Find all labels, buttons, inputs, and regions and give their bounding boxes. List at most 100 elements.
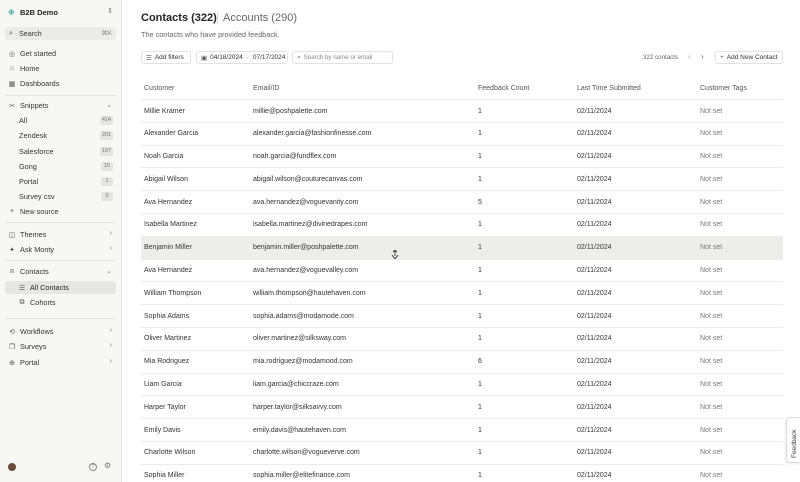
customer-name: Abigail Wilson	[144, 175, 188, 183]
table-row[interactable]: Abigail Wilson abigail.wilson@couturecanv…	[141, 168, 783, 192]
sidebar-item-salesforce[interactable]: Salesforce 197	[5, 145, 116, 158]
feedback-count: 1	[478, 426, 482, 434]
last-submitted: 02/11/2024	[577, 312, 612, 320]
workspace-switcher[interactable]: ❉ B2B Demo ⇕	[8, 6, 116, 19]
sidebar-search[interactable]: ⌕ Search ⌘K	[5, 27, 116, 40]
table-row[interactable]: Harper Taylor harper.taylor@silksavvy.com…	[141, 396, 783, 420]
sidebar-item-all[interactable]: All 414	[5, 114, 116, 127]
column-header-email[interactable]: Email/ID	[253, 85, 279, 92]
table-row[interactable]: Sophia Miller sophia.miller@elitefinance.…	[141, 465, 783, 482]
date-separator: -	[246, 54, 249, 61]
feedback-count: 1	[478, 312, 482, 320]
sidebar-item-label: Contacts	[20, 267, 49, 276]
sidebar-item-themes[interactable]: ◫ Themes ›	[5, 228, 116, 241]
sidebar-item-label: Workflows	[20, 327, 54, 336]
add-new-contact-button[interactable]: + Add New Contact	[715, 51, 783, 64]
sidebar-item-workflows[interactable]: ⟲ Workflows ›	[5, 325, 116, 338]
sidebar-item-new-source[interactable]: + New source	[5, 205, 116, 218]
chevron-right-icon: ›	[109, 342, 112, 349]
help-icon[interactable]: ?	[89, 463, 97, 471]
last-submitted: 02/11/2024	[577, 267, 612, 275]
table-row[interactable]: Charlotte Wilson charlotte.wilson@vogueve…	[141, 442, 783, 465]
tab-accounts[interactable]: Accounts (290)	[223, 12, 297, 24]
sidebar-item-label: Portal	[20, 358, 40, 367]
sidebar-item-dashboards[interactable]: ▦ Dashboards	[5, 77, 116, 90]
sidebar-item-all-contacts[interactable]: ☰ All Contacts	[5, 281, 116, 294]
last-submitted: 02/11/2024	[577, 358, 612, 366]
chevron-right-icon: ›	[109, 230, 112, 237]
table-row[interactable]: Alexander Garcia alexander.garcia@fashion…	[141, 123, 783, 146]
customer-email: oliver.martinez@silksway.com	[253, 335, 346, 343]
last-submitted: 02/11/2024	[577, 175, 612, 183]
sidebar-section-contacts[interactable]: ⍝ Contacts ⌄	[5, 265, 116, 278]
sidebar-item-portal-source[interactable]: Portal 1	[5, 175, 116, 188]
sidebar-item-label: Cohorts	[30, 298, 56, 307]
table-row[interactable]: Emily Davis emily.davis@hautehaven.com 1 02…	[141, 419, 783, 442]
table-row[interactable]: Ava Hernandez ava.hernandez@voguevanity.c…	[141, 191, 783, 214]
customer-name: Harper Taylor	[144, 403, 186, 411]
customer-name: Millie Kramer	[144, 107, 185, 115]
sidebar-item-portal[interactable]: ⊕ Portal ›	[5, 356, 116, 369]
feedback-count: 1	[478, 472, 482, 480]
column-header-customer-tags[interactable]: Customer Tags	[700, 85, 747, 92]
sparkle-icon: ✦	[9, 246, 15, 254]
sidebar-item-gong[interactable]: Gong 15	[5, 160, 116, 173]
table-row[interactable]: Ava Hernandez ava.hernandez@voguevalley.c…	[141, 260, 783, 283]
customer-name: Emily Davis	[144, 426, 181, 434]
table-row[interactable]: Mia Rodriguez mia.rodriguez@modamood.com 6…	[141, 351, 783, 374]
customer-email: ava.hernandez@voguevanity.com	[253, 198, 359, 206]
next-page-icon[interactable]: ›	[701, 52, 704, 61]
add-filters-button[interactable]: ☰ Add filters	[141, 51, 191, 64]
sidebar-item-surveys[interactable]: ❐ Surveys ›	[5, 340, 116, 353]
date-range-picker[interactable]: ▣ 04/18/2024 - 07/17/2024	[196, 51, 288, 64]
table-row[interactable]: William Thompson william.thompson@hauteha…	[141, 282, 783, 306]
last-submitted: 02/11/2024	[577, 221, 612, 229]
page-title[interactable]: Contacts (322)	[141, 12, 217, 24]
search-icon: ⌕	[9, 29, 13, 37]
avatar[interactable]	[8, 463, 16, 471]
last-submitted: 02/11/2024	[577, 198, 612, 206]
contact-search[interactable]: ⌕	[292, 51, 393, 64]
last-submitted: 02/11/2024	[577, 472, 612, 480]
customer-email: noah.garcia@fundflex.com	[253, 153, 337, 161]
table-row[interactable]: Sophia Adams sophia.adams@modamode.com 1 02…	[141, 305, 783, 328]
calendar-icon: ▣	[201, 54, 208, 62]
table-row[interactable]: Noah Garcia noah.garcia@fundflex.com 1 02/1…	[141, 146, 783, 169]
feedback-count: 1	[478, 153, 482, 161]
sidebar-item-zendesk[interactable]: Zendesk 201	[5, 129, 116, 142]
customer-email: harper.taylor@silksavvy.com	[253, 403, 342, 411]
feedback-count: 5	[478, 198, 482, 206]
search-input[interactable]	[303, 54, 389, 61]
sidebar-item-cohorts[interactable]: ⧉ Cohorts	[5, 296, 116, 309]
table-row[interactable]: Liam Garcia liam.garcia@chiccraze.com 1 02/…	[141, 374, 783, 397]
table-row[interactable]: Millie Kramer millie@poshpalette.com 1 02/1…	[141, 100, 783, 123]
gear-icon[interactable]: ⚙	[104, 461, 111, 470]
column-header-last-submitted[interactable]: Last Time Submitted	[577, 85, 641, 92]
feedback-tab-label: Feedback	[791, 429, 798, 458]
column-header-customer[interactable]: Customer	[144, 85, 174, 92]
customer-email: liam.garcia@chiccraze.com	[253, 381, 339, 389]
sidebar-section-snippets[interactable]: ✂ Snippets ⌄	[5, 99, 116, 112]
sidebar-item-survey-csv[interactable]: Survey csv 0	[5, 190, 116, 203]
count-badge: 201	[99, 131, 113, 140]
prev-page-icon[interactable]: ‹	[688, 52, 691, 61]
compass-icon: ◎	[8, 50, 16, 58]
sidebar-item-home[interactable]: ⌂ Home	[5, 62, 116, 75]
column-header-feedback-count[interactable]: Feedback Count	[478, 85, 529, 92]
chevron-right-icon: ›	[109, 358, 112, 365]
globe-icon: ⊕	[9, 359, 15, 367]
count-badge: 15	[101, 162, 113, 171]
sidebar-divider	[5, 260, 116, 261]
feedback-tab[interactable]: Feedback	[786, 417, 800, 463]
sidebar-item-label: New source	[20, 207, 59, 216]
table-row[interactable]: Isabella Martinez isabella.martinez@divin…	[141, 214, 783, 237]
sidebar-item-label: All	[19, 116, 28, 125]
customer-tags: Not set	[700, 312, 723, 320]
table-row[interactable]: Oliver Martinez oliver.martinez@silksway.…	[141, 328, 783, 351]
customer-email: benjamin.miller@poshpalette.com	[253, 244, 359, 252]
list-icon: ☰	[18, 284, 26, 292]
table-row[interactable]: Benjamin Miller benjamin.miller@poshpalet…	[141, 236, 783, 260]
customer-name: Alexander Garcia	[144, 130, 199, 138]
sidebar-item-ask-monty[interactable]: ✦ Ask Monty ›	[5, 243, 116, 256]
sidebar-item-get-started[interactable]: ◎ Get started	[5, 47, 116, 60]
